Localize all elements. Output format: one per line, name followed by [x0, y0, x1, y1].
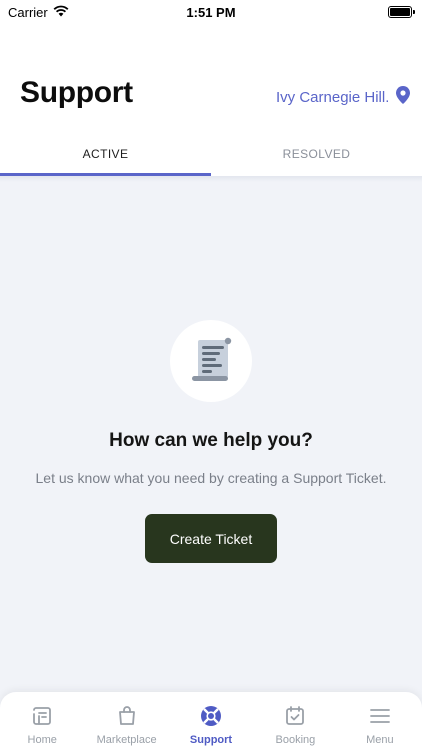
- status-time: 1:51 PM: [186, 4, 236, 20]
- nav-label-marketplace: Marketplace: [96, 734, 157, 746]
- document-scroll-icon: [170, 320, 252, 402]
- tab-bar: ACTIVE RESOLVED: [0, 132, 422, 176]
- tab-resolved[interactable]: RESOLVED: [211, 132, 422, 176]
- nav-item-support[interactable]: Support: [169, 692, 253, 750]
- menu-icon: [368, 704, 392, 728]
- empty-state-title: How can we help you?: [109, 430, 313, 451]
- create-ticket-button[interactable]: Create Ticket: [145, 514, 277, 563]
- calendar-check-icon: [283, 704, 307, 728]
- page-header: Support Ivy Carnegie Hill... ACTIVE RESO…: [0, 24, 422, 176]
- tab-active[interactable]: ACTIVE: [0, 132, 211, 176]
- shopping-bag-icon: [115, 704, 139, 728]
- nav-item-booking[interactable]: Booking: [253, 692, 337, 750]
- empty-state-subtitle: Let us know what you need by creating a …: [35, 470, 387, 486]
- nav-label-booking: Booking: [275, 734, 316, 746]
- location-selector[interactable]: Ivy Carnegie Hill...: [276, 86, 410, 108]
- wifi-icon: [53, 5, 69, 20]
- battery-icon: [388, 6, 415, 18]
- status-bar: Carrier 1:51 PM: [0, 0, 422, 24]
- nav-item-marketplace[interactable]: Marketplace: [84, 692, 168, 750]
- header-shadow: [0, 176, 422, 182]
- lifebuoy-icon: [199, 704, 223, 728]
- nav-item-home[interactable]: Home: [0, 692, 84, 750]
- nav-label-home: Home: [27, 734, 57, 746]
- home-icon: [30, 704, 54, 728]
- bottom-navigation: Home Marketplace Support Booking Menu: [0, 692, 422, 750]
- nav-label-support: Support: [189, 734, 233, 746]
- empty-state: How can we help you? Let us know what yo…: [0, 320, 422, 563]
- nav-item-menu[interactable]: Menu: [338, 692, 422, 750]
- page-title: Support: [20, 76, 133, 109]
- map-pin-icon: [396, 86, 410, 108]
- nav-label-menu: Menu: [366, 734, 394, 746]
- status-carrier-group: Carrier: [8, 5, 69, 20]
- carrier-label: Carrier: [8, 4, 48, 20]
- location-label: Ivy Carnegie Hill...: [276, 88, 388, 106]
